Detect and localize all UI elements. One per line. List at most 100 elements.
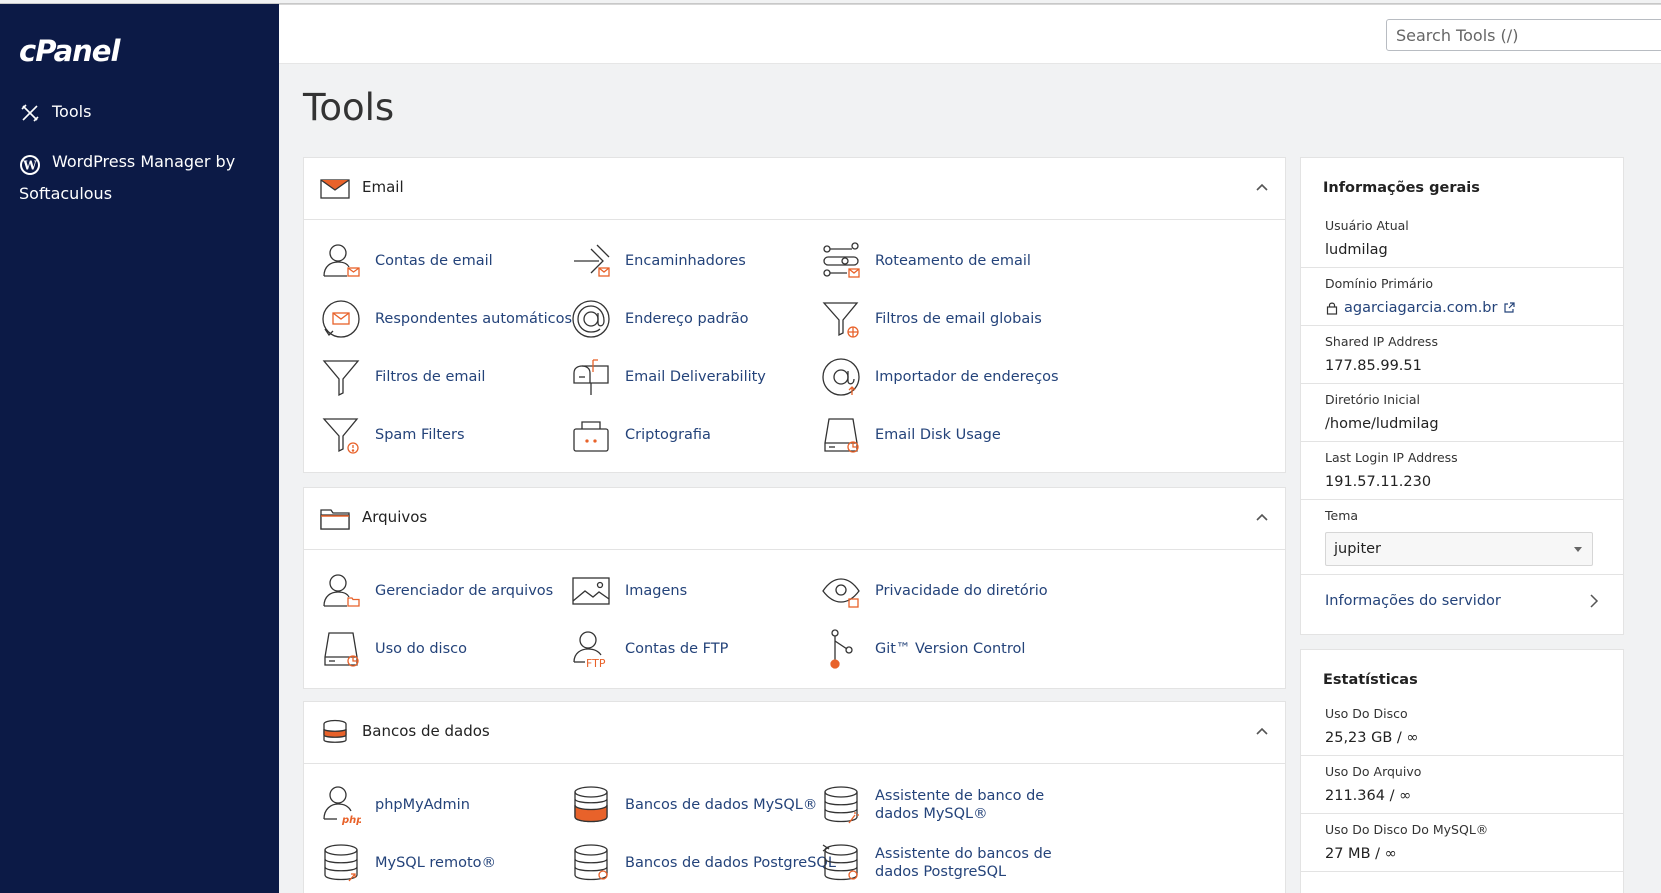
tool-images[interactable]: Imagens <box>570 570 687 612</box>
chevron-right-icon <box>1590 594 1599 608</box>
chevron-up-icon[interactable] <box>1255 724 1269 738</box>
directory-privacy-icon <box>820 570 862 612</box>
info-value: agarciagarcia.com.br <box>1344 300 1498 316</box>
info-label: Domínio Primário <box>1325 276 1433 291</box>
postgresql-databases-icon <box>570 842 612 884</box>
git-icon <box>820 628 862 670</box>
tool-label: Assistente do bancos de dados PostgreSQL <box>875 846 1052 880</box>
info-value: 25,23 GB / ∞ <box>1325 730 1419 746</box>
tool-default-address[interactable]: Endereço padrão <box>570 298 749 340</box>
email-filters-icon <box>320 356 362 398</box>
tool-label: Imagens <box>625 583 688 599</box>
info-label: Diretório Inicial <box>1325 392 1420 407</box>
info-row-theme: Tema jupiter <box>1301 500 1623 575</box>
tool-label: Privacidade do diretório <box>875 583 1048 599</box>
email-panel-header[interactable]: Email <box>304 158 1285 220</box>
tool-directory-privacy[interactable]: Privacidade do diretório <box>820 570 1048 612</box>
tool-mysql-databases[interactable]: Bancos de dados MySQL® <box>570 784 817 826</box>
server-info-link[interactable]: Informações do servidor <box>1301 575 1623 627</box>
card-title: Estatísticas <box>1323 672 1418 688</box>
primary-domain-link[interactable]: agarciagarcia.com.br <box>1325 294 1599 325</box>
chevron-up-icon[interactable] <box>1255 510 1269 524</box>
info-value: 211.364 / ∞ <box>1325 788 1412 804</box>
phpmyadmin-icon: php <box>320 784 362 826</box>
sidebar-item-label: W WordPress Manager by Softaculous <box>19 152 236 203</box>
section-title: Email <box>362 178 404 196</box>
database-icon <box>323 719 347 743</box>
tool-postgresql-wizard[interactable]: Assistente do bancos de dados PostgreSQL <box>820 842 1052 884</box>
stat-row-mysql-disk-usage: Uso Do Disco Do MySQL® 27 MB / ∞ <box>1301 814 1623 872</box>
stat-row-disk-usage: Uso Do Disco 25,23 GB / ∞ <box>1301 698 1623 756</box>
tool-email-routing[interactable]: Roteamento de email <box>820 240 1031 282</box>
info-row-primary-domain: Domínio Primário agarciagarcia.com.br <box>1301 268 1623 326</box>
info-row-shared-ip: Shared IP Address 177.85.99.51 <box>1301 326 1623 384</box>
tool-label: Uso do disco <box>375 641 467 657</box>
tool-ftp-accounts[interactable]: FTP Contas de FTP <box>570 628 728 670</box>
tool-file-manager[interactable]: Gerenciador de arquivos <box>320 570 553 612</box>
svg-text:php: php <box>341 815 361 825</box>
tool-disk-usage[interactable]: Uso do disco <box>320 628 467 670</box>
info-value: /home/ludmilag <box>1325 416 1439 432</box>
tool-label: Importador de endereços <box>875 369 1059 385</box>
tool-mysql-wizard[interactable]: Assistente de banco de dados MySQL® <box>820 784 1044 826</box>
databases-panel-header[interactable]: Bancos de dados <box>304 702 1285 764</box>
section-title: Bancos de dados <box>362 722 490 740</box>
tool-global-email-filters[interactable]: Filtros de email globais <box>820 298 1042 340</box>
envelope-icon <box>320 179 350 199</box>
search-tools-input[interactable] <box>1386 19 1661 51</box>
svg-text:FTP: FTP <box>586 657 606 669</box>
tool-email-disk-usage[interactable]: Email Disk Usage <box>820 414 1001 456</box>
info-label: Uso Do Arquivo <box>1325 764 1422 779</box>
tool-label: Email Deliverability <box>625 369 766 385</box>
sidebar-item-tools[interactable]: Tools <box>19 102 91 124</box>
lock-icon <box>1326 302 1338 315</box>
info-row-current-user: Usuário Atual ludmilag <box>1301 210 1623 268</box>
disk-usage-icon <box>320 628 362 670</box>
file-manager-icon <box>320 570 362 612</box>
email-panel: Email Contas de email Encaminhadores Rot… <box>303 157 1286 473</box>
cpanel-logo[interactable]: cPanel <box>19 34 120 68</box>
tool-git-version-control[interactable]: Git™ Version Control <box>820 628 1025 670</box>
files-panel: Arquivos Gerenciador de arquivos Imagens… <box>303 487 1286 689</box>
tool-email-filters[interactable]: Filtros de email <box>320 356 485 398</box>
email-deliverability-icon <box>570 356 612 398</box>
tool-label: Bancos de dados MySQL® <box>625 797 818 813</box>
ftp-accounts-icon: FTP <box>570 628 612 670</box>
card-title: Informações gerais <box>1323 180 1480 196</box>
tool-label: phpMyAdmin <box>375 797 470 813</box>
wordpress-icon: W <box>19 154 41 176</box>
files-tools-grid: Gerenciador de arquivos Imagens Privacid… <box>304 550 1285 669</box>
tool-phpmyadmin[interactable]: php phpMyAdmin <box>320 784 470 826</box>
tool-label: Bancos de dados PostgreSQL <box>625 855 836 871</box>
tool-encryption[interactable]: Criptografia <box>570 414 711 456</box>
sidebar: cPanel Tools W WordPress Manager by Soft… <box>0 4 279 893</box>
tool-autoresponders[interactable]: Respondentes automáticos <box>320 298 572 340</box>
tool-remote-mysql[interactable]: MySQL remoto® <box>320 842 496 884</box>
global-email-filters-icon <box>820 298 862 340</box>
spam-filters-icon <box>320 414 362 456</box>
files-panel-header[interactable]: Arquivos <box>304 488 1285 550</box>
tool-email-deliverability[interactable]: Email Deliverability <box>570 356 766 398</box>
general-info-card: Informações gerais Usuário Atual ludmila… <box>1300 157 1624 635</box>
folder-icon <box>320 509 350 530</box>
top-bar <box>279 4 1661 64</box>
tool-label: Filtros de email <box>375 369 486 385</box>
tool-spam-filters[interactable]: Spam Filters <box>320 414 465 456</box>
tool-label: Assistente de banco de dados MySQL® <box>875 788 1045 822</box>
sidebar-item-wordpress-manager[interactable]: W WordPress Manager by Softaculous <box>19 146 269 210</box>
info-label: Shared IP Address <box>1325 334 1438 349</box>
email-disk-usage-icon <box>820 414 862 456</box>
theme-select[interactable]: jupiter <box>1325 532 1593 566</box>
server-info-label: Informações do servidor <box>1325 593 1501 609</box>
tool-email-accounts[interactable]: Contas de email <box>320 240 493 282</box>
tool-address-importer[interactable]: Importador de endereços <box>820 356 1059 398</box>
info-label: Uso Do Disco <box>1325 706 1408 721</box>
stat-row-file-usage: Uso Do Arquivo 211.364 / ∞ <box>1301 756 1623 814</box>
info-value: 27 MB / ∞ <box>1325 846 1397 862</box>
tool-forwarders[interactable]: Encaminhadores <box>570 240 746 282</box>
mysql-wizard-icon <box>820 784 862 826</box>
tool-label: Encaminhadores <box>625 253 746 269</box>
tool-postgresql-databases[interactable]: Bancos de dados PostgreSQL <box>570 842 836 884</box>
tool-label: MySQL remoto® <box>375 855 497 871</box>
chevron-up-icon[interactable] <box>1255 180 1269 194</box>
